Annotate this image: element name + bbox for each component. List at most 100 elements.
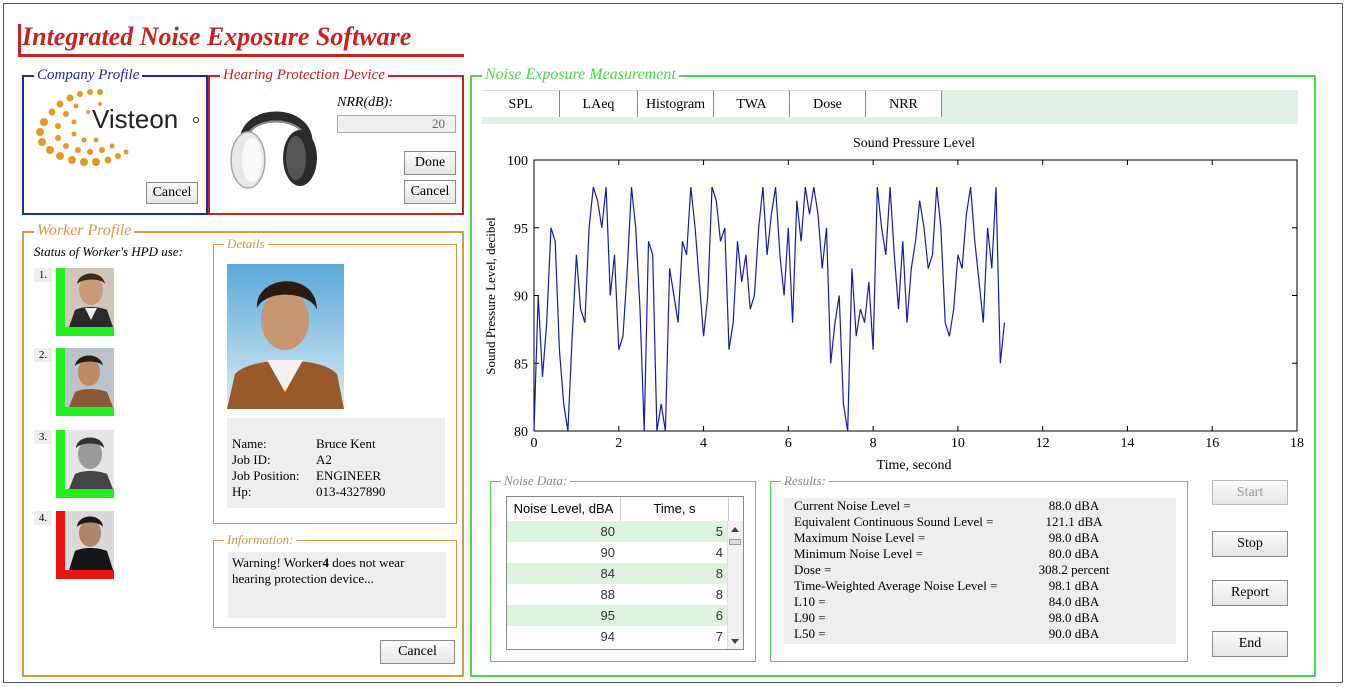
- cell-time: 4: [715, 545, 723, 560]
- result-max-value: 98.0 dBA: [1048, 530, 1100, 545]
- worker-2-avatar: [65, 348, 114, 407]
- tab-nrr[interactable]: NRR: [866, 90, 942, 117]
- information-text-prefix: Warning! Worker: [232, 555, 323, 570]
- information-label: Information:: [224, 531, 297, 549]
- result-l10-key: L10 =: [794, 594, 826, 609]
- detail-hp-value: 013-4327890: [316, 484, 386, 499]
- worker-1-thumbnail[interactable]: [56, 268, 114, 336]
- company-profile-label: Company Profile: [34, 66, 143, 84]
- tab-histogram[interactable]: Histogram: [638, 90, 714, 117]
- cell-level: 88: [600, 587, 615, 602]
- scroll-down-arrow-icon[interactable]: [731, 639, 739, 644]
- y-tick-label: 90: [514, 290, 528, 305]
- result-dose-key: Dose =: [794, 562, 832, 577]
- y-tick-label: 85: [514, 357, 528, 372]
- x-tick-label: 16: [1205, 436, 1219, 451]
- x-tick-label: 4: [700, 436, 707, 451]
- table-row[interactable]: 90 4: [507, 542, 729, 563]
- cell-level: 80: [600, 524, 615, 539]
- table-row[interactable]: 88 8: [507, 584, 729, 605]
- result-twa-value: 98.1 dBA: [1048, 578, 1100, 593]
- result-twa-key: Time-Weighted Average Noise Level =: [794, 578, 998, 593]
- table-scrollbar[interactable]: [727, 521, 743, 649]
- x-tick-label: 18: [1290, 436, 1304, 451]
- scroll-up-arrow-icon[interactable]: [731, 527, 739, 532]
- tab-spl[interactable]: SPL: [482, 90, 560, 117]
- worker-4-avatar: [65, 511, 114, 570]
- result-l50-key: L50 =: [794, 626, 826, 641]
- col-time[interactable]: Time, s: [621, 497, 729, 521]
- x-tick-label: 8: [870, 436, 877, 451]
- cell-time: 5: [715, 524, 723, 539]
- result-min-value: 80.0 dBA: [1048, 546, 1100, 561]
- tab-bar: SPL LAeq Histogram TWA Dose NRR: [482, 90, 1298, 124]
- hpd-status-label: Status of Worker's HPD use:: [34, 244, 183, 259]
- stop-button[interactable]: Stop: [1212, 531, 1288, 557]
- result-current-value: 88.0 dBA: [1048, 498, 1100, 513]
- title-underline: [18, 54, 464, 57]
- worker-4-thumbnail[interactable]: [56, 511, 114, 579]
- col-noise-level[interactable]: Noise Level, dBA: [507, 497, 621, 521]
- noise-data-table[interactable]: Noise Level, dBA Time, s 80 5 90 4 84 8 …: [506, 496, 744, 650]
- company-cancel-button[interactable]: Cancel: [146, 182, 198, 204]
- worker-2-status-bar-bottom: [56, 407, 114, 416]
- visteon-logo: Visteon: [36, 89, 199, 166]
- scroll-thumb[interactable]: [729, 539, 741, 545]
- result-min-key: Minimum Noise Level =: [794, 546, 924, 561]
- cell-time: 8: [715, 587, 723, 602]
- worker-2-thumbnail[interactable]: [56, 348, 114, 416]
- y-tick-label: 80: [514, 425, 528, 440]
- earmuff-icon: [230, 111, 317, 189]
- tab-twa[interactable]: TWA: [714, 90, 790, 117]
- measurement-label: Noise Exposure Measurement: [482, 66, 679, 84]
- worker-2-number: 2.: [34, 348, 52, 362]
- report-button[interactable]: Report: [1212, 580, 1288, 606]
- x-tick-label: 14: [1120, 436, 1134, 451]
- details-label: Details: [224, 235, 268, 253]
- tab-dose[interactable]: Dose: [790, 90, 866, 117]
- detail-jobpos-value: ENGINEER: [316, 468, 381, 483]
- x-tick-label: 10: [951, 436, 965, 451]
- results-label: Results:: [781, 472, 829, 490]
- results-panel: Current Noise Level = 88.0 dBA Equivalen…: [784, 498, 1176, 644]
- worker-1-status-bar: [56, 268, 65, 336]
- detail-jobid-value: A2: [316, 452, 332, 467]
- x-tick-label: 12: [1036, 436, 1050, 451]
- table-row[interactable]: 95 6: [507, 605, 729, 626]
- table-row[interactable]: 80 5: [507, 521, 729, 542]
- worker-1-status-bar-bottom: [56, 327, 114, 336]
- table-row[interactable]: 94 7: [507, 626, 729, 647]
- start-button[interactable]: Start: [1212, 480, 1288, 505]
- cell-time: 6: [715, 608, 723, 623]
- result-l10-value: 84.0 dBA: [1048, 594, 1100, 609]
- x-tick-label: 0: [531, 436, 538, 451]
- y-tick-label: 100: [507, 154, 528, 169]
- detail-hp-key: Hp:: [232, 484, 252, 499]
- noise-data-label: Noise Data:: [501, 472, 571, 490]
- detail-name-key: Name:: [232, 436, 267, 451]
- worker-3-avatar: [65, 430, 114, 489]
- hpd-done-button[interactable]: Done: [404, 151, 456, 175]
- cell-level: 84: [600, 566, 615, 581]
- noise-data-header: Noise Level, dBA Time, s: [507, 497, 729, 522]
- app-title: Integrated Noise Exposure Software: [22, 22, 412, 51]
- worker-4-status-bar: [56, 511, 65, 579]
- cell-time: 7: [715, 629, 723, 644]
- end-button[interactable]: End: [1212, 631, 1288, 657]
- worker-4-number: 4.: [34, 511, 52, 525]
- detail-name-value: Bruce Kent: [316, 436, 376, 451]
- tab-laeq[interactable]: LAeq: [560, 90, 638, 117]
- table-row[interactable]: 84 8: [507, 563, 729, 584]
- worker-3-thumbnail[interactable]: [56, 430, 114, 498]
- nrr-label: NRR(dB):: [337, 95, 393, 110]
- worker-cancel-button[interactable]: Cancel: [380, 640, 455, 664]
- worker-1-avatar: [65, 268, 114, 327]
- hpd-cancel-button[interactable]: Cancel: [404, 180, 456, 204]
- worker-3-status-bar: [56, 430, 65, 498]
- worker-3-number: 3.: [34, 430, 52, 444]
- x-tick-label: 2: [615, 436, 622, 451]
- detail-jobpos-key: Job Position:: [232, 468, 300, 483]
- nrr-value-field[interactable]: 20: [337, 115, 456, 133]
- details-grid: Name: Bruce Kent Job ID: A2 Job Position: E…: [232, 436, 385, 500]
- result-max-key: Maximum Noise Level =: [794, 530, 926, 545]
